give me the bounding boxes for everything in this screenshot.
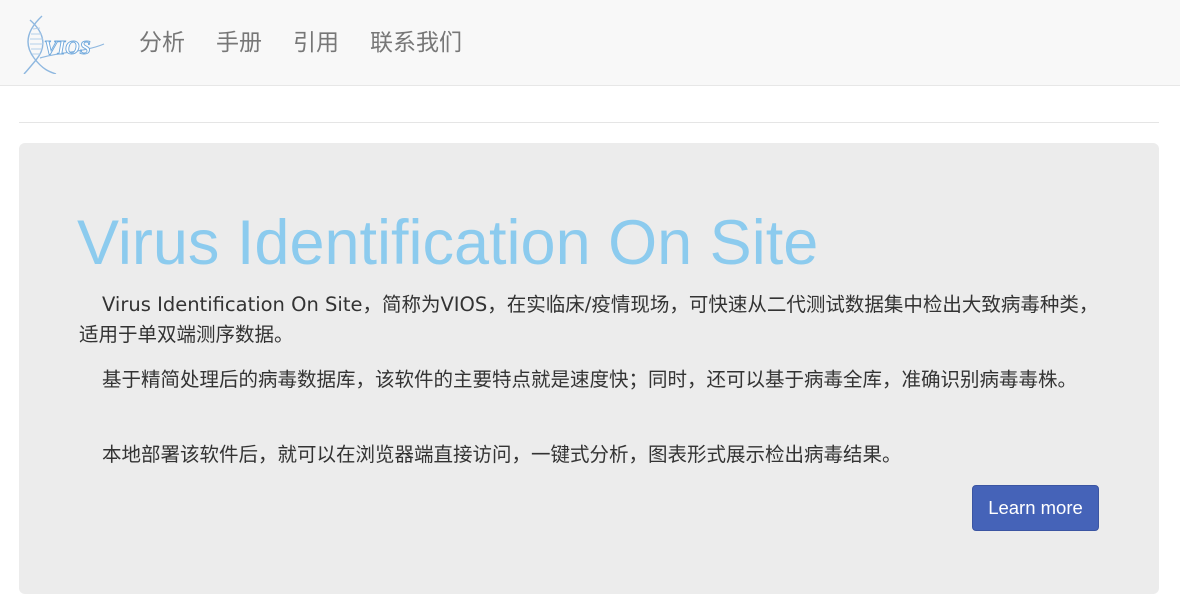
nav-item-contact[interactable]: 联系我们 — [370, 31, 462, 55]
nav-item-analysis[interactable]: 分析 — [139, 31, 185, 55]
hero-paragraph-deployment: 本地部署该软件后，就可以在浏览器端直接访问，一键式分析，图表形式展示检出病毒结果… — [102, 443, 902, 466]
hero-paragraph-features: 基于精简处理后的病毒数据库，该软件的主要特点就是速度快；同时，还可以基于病毒全库… — [102, 368, 1078, 391]
brand-logo-text: VIOS — [44, 37, 91, 59]
nav-item-citation[interactable]: 引用 — [293, 31, 339, 55]
page-divider — [19, 122, 1159, 123]
hero-panel: Virus Identification On Site Virus Ident… — [19, 143, 1159, 594]
learn-more-button[interactable]: Learn more — [972, 485, 1099, 531]
nav-item-manual[interactable]: 手册 — [216, 31, 262, 55]
hero-title: Virus Identification On Site — [77, 208, 819, 278]
hero-paragraph-intro: Virus Identification On Site，简称为VIOS，在实临… — [79, 293, 1099, 346]
brand-logo[interactable]: VIOS — [20, 14, 110, 74]
main-nav: 分析 手册 引用 联系我们 — [139, 0, 493, 86]
top-navbar: VIOS 分析 手册 引用 联系我们 — [0, 0, 1180, 86]
